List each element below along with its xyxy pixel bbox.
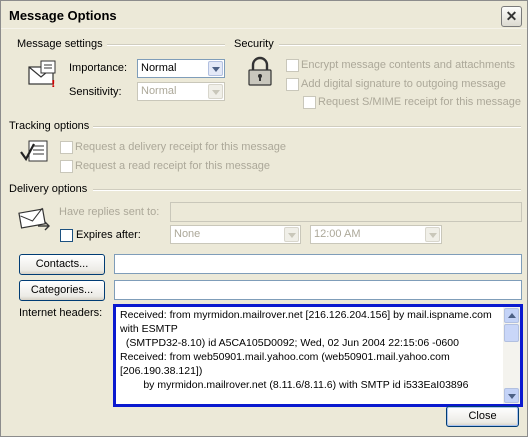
read-receipt-label: Request a read receipt for this message <box>75 160 271 172</box>
internet-headers-label: Internet headers: <box>19 307 103 319</box>
encrypt-label: Encrypt message contents and attachments <box>301 59 516 71</box>
tracking-heading: Tracking options <box>9 120 90 132</box>
encrypt-checkbox[interactable] <box>286 59 299 72</box>
internet-headers-box[interactable]: Received: from myrmidon.mailrover.net [2… <box>113 304 523 407</box>
categories-field[interactable] <box>114 280 522 300</box>
contacts-button[interactable]: Contacts... <box>19 254 105 275</box>
importance-label: Importance: <box>69 62 128 74</box>
message-settings-heading: Message settings <box>17 38 103 50</box>
chevron-down-icon <box>425 227 440 242</box>
delivery-envelope-icon <box>18 206 52 232</box>
expires-date-value: None <box>174 228 201 240</box>
smime-label: Request S/MIME receipt for this message <box>318 96 521 108</box>
sensitivity-label: Sensitivity: <box>69 86 122 98</box>
delivery-receipt-checkbox[interactable] <box>60 141 73 154</box>
internet-headers-text: Received: from myrmidon.mailrover.net [2… <box>120 309 492 391</box>
contacts-button-label: Contacts... <box>35 258 89 270</box>
chevron-down-icon <box>208 84 223 99</box>
close-button-label: Close <box>468 410 497 422</box>
delivery-divider <box>93 189 521 191</box>
read-receipt-checkbox[interactable] <box>60 160 73 173</box>
headers-scrollbar[interactable] <box>503 307 520 404</box>
sensitivity-select[interactable]: Normal <box>137 82 225 101</box>
padlock-icon <box>244 55 278 89</box>
scroll-down-icon[interactable] <box>504 388 519 403</box>
replies-field[interactable] <box>170 202 522 222</box>
signature-checkbox[interactable] <box>286 78 299 91</box>
security-heading: Security <box>234 38 274 50</box>
expires-checkbox[interactable] <box>60 229 73 242</box>
expires-time-value: 12:00 AM <box>314 228 361 240</box>
window-title: Message Options <box>9 8 117 23</box>
signature-label: Add digital signature to outgoing messag… <box>301 78 506 90</box>
tracking-divider <box>93 126 521 128</box>
envelope-settings-icon: ! <box>27 57 61 91</box>
categories-button[interactable]: Categories... <box>19 280 105 301</box>
expires-label: Expires after: <box>76 229 141 241</box>
replies-label: Have replies sent to: <box>59 206 160 218</box>
delivery-heading: Delivery options <box>9 183 88 195</box>
close-icon: ✕ <box>505 8 518 24</box>
expires-date-select[interactable]: None <box>170 225 301 244</box>
smime-checkbox[interactable] <box>303 96 316 109</box>
close-window-button[interactable]: ✕ <box>501 6 522 27</box>
message-options-dialog: Message Options ✕ Message settings ! Imp… <box>0 0 528 437</box>
chevron-down-icon <box>208 61 223 76</box>
categories-button-label: Categories... <box>30 284 94 296</box>
title-bar: Message Options ✕ <box>1 1 527 29</box>
checklist-icon <box>19 138 53 166</box>
close-button[interactable]: Close <box>446 406 519 427</box>
importance-value: Normal <box>141 62 177 74</box>
chevron-down-icon <box>284 227 299 242</box>
scroll-up-icon[interactable] <box>504 308 519 323</box>
sensitivity-value: Normal <box>141 85 177 97</box>
expires-time-select[interactable]: 12:00 AM <box>310 225 442 244</box>
security-divider <box>279 44 521 46</box>
svg-text:!: ! <box>51 79 56 90</box>
contacts-field[interactable] <box>114 254 522 274</box>
message-settings-divider <box>107 44 225 46</box>
scroll-thumb[interactable] <box>504 324 519 342</box>
importance-select[interactable]: Normal <box>137 59 225 78</box>
delivery-receipt-label: Request a delivery receipt for this mess… <box>75 141 286 153</box>
